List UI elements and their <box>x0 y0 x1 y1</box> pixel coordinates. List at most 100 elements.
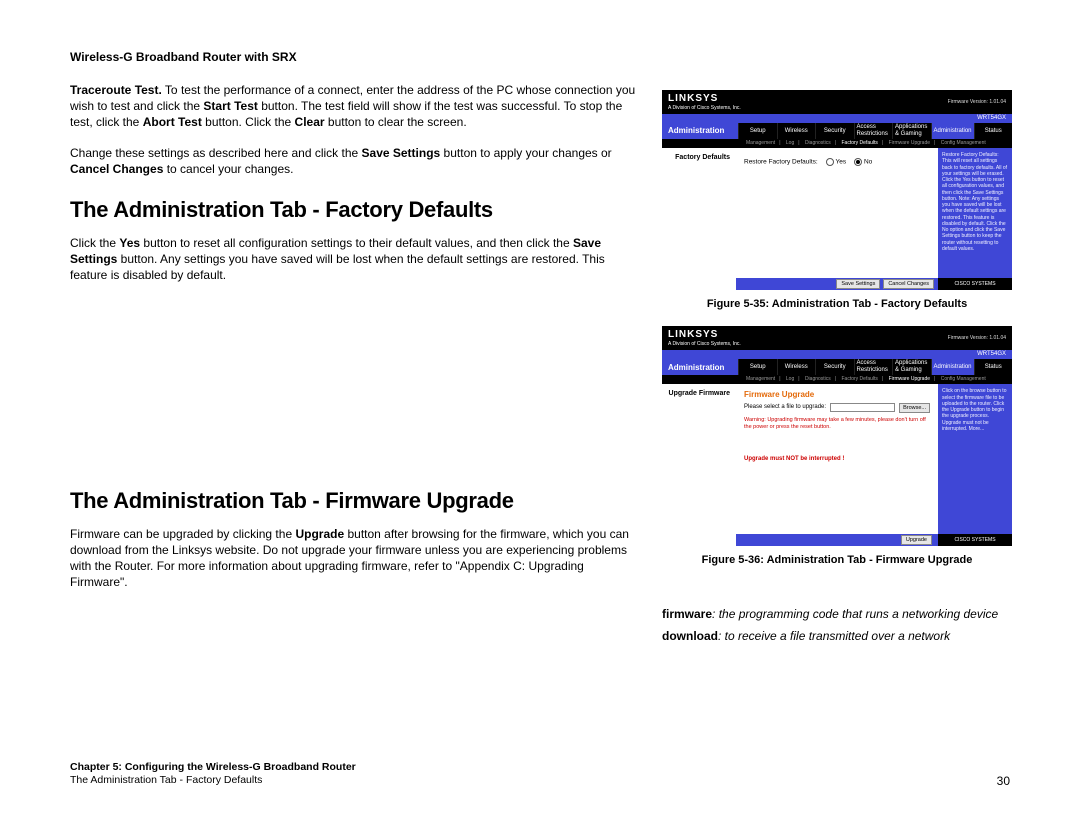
admin-big-tab: Administration <box>662 359 738 375</box>
text: button. Any settings you have saved will… <box>70 252 605 282</box>
text: button. Click the <box>202 115 295 129</box>
help-panel-factory: Restore Factory Defaults: This will rese… <box>938 148 1012 278</box>
brand-sub: A Division of Cisco Systems, Inc. <box>668 105 741 111</box>
tab-row: Administration Setup Wireless Security A… <box>662 123 1012 139</box>
tab-wireless[interactable]: Wireless <box>777 359 816 375</box>
firmware-upgrade-form: Firmware Upgrade Please select a file to… <box>736 384 938 534</box>
text: to cancel your changes. <box>163 162 293 176</box>
text: Firmware can be upgraded by clicking the <box>70 527 295 541</box>
bold-abort-test: Abort Test <box>143 115 202 129</box>
text: Click the <box>70 236 119 250</box>
brand-logo: LINKSYS <box>668 329 718 340</box>
browse-button[interactable]: Browse... <box>899 403 930 413</box>
cisco-logo: CISCO SYSTEMS <box>938 278 1012 290</box>
bold-upgrade: Upgrade <box>295 527 344 541</box>
side-label-factory-defaults: Factory Defaults <box>662 148 736 278</box>
tab-access-restrictions[interactable]: Access Restrictions <box>854 359 893 375</box>
heading-factory-defaults: The Administration Tab - Factory Default… <box>70 197 640 223</box>
bold-clear: Clear <box>295 115 325 129</box>
text: Change these settings as described here … <box>70 146 362 160</box>
figures-column: LINKSYSA Division of Cisco Systems, Inc.… <box>662 82 1012 648</box>
subtab-firmware-upgrade[interactable]: Firmware Upgrade <box>889 376 930 382</box>
subtab-log[interactable]: Log <box>786 376 794 382</box>
text: button to reset all configuration settin… <box>140 236 573 250</box>
radio-no-label: No <box>864 159 872 166</box>
radio-no[interactable] <box>854 158 862 166</box>
bold-yes: Yes <box>119 236 140 250</box>
brand-sub: A Division of Cisco Systems, Inc. <box>668 341 741 347</box>
subtab-factory-defaults[interactable]: Factory Defaults <box>842 140 878 146</box>
fw-warning: Warning: Upgrading firmware may take a f… <box>744 417 930 430</box>
subtab-log[interactable]: Log <box>786 140 794 146</box>
tab-administration[interactable]: Administration <box>931 123 974 139</box>
footer: Chapter 5: Configuring the Wireless-G Br… <box>70 761 1010 788</box>
cancel-changes-button[interactable]: Cancel Changes <box>883 279 934 289</box>
figure-firmware-upgrade: LINKSYSA Division of Cisco Systems, Inc.… <box>662 326 1012 546</box>
text: button to clear the screen. <box>325 115 467 129</box>
footer-section: The Administration Tab - Factory Default… <box>70 774 356 788</box>
model-bar: WRT54GX <box>662 350 1012 359</box>
page-number: 30 <box>997 774 1010 788</box>
tab-administration[interactable]: Administration <box>931 359 974 375</box>
subtab-diagnostics[interactable]: Diagnostics <box>805 376 831 382</box>
radio-yes-label: Yes <box>836 159 847 166</box>
tab-status[interactable]: Status <box>974 123 1013 139</box>
bold-cancel-changes: Cancel Changes <box>70 162 163 176</box>
subtab-diagnostics[interactable]: Diagnostics <box>805 140 831 146</box>
para-traceroute: Traceroute Test. To test the performance… <box>70 82 640 131</box>
tab-row: Administration Setup Wireless Security A… <box>662 359 1012 375</box>
text: button to apply your changes or <box>440 146 611 160</box>
subtab-firmware-upgrade[interactable]: Firmware Upgrade <box>889 140 930 146</box>
term-firmware: firmware <box>662 607 712 621</box>
para-factory-defaults: Click the Yes button to reset all config… <box>70 235 640 284</box>
heading-firmware-upgrade: The Administration Tab - Firmware Upgrad… <box>70 488 640 514</box>
def-firmware: : the programming code that runs a netwo… <box>712 607 998 621</box>
fw-file-label: Please select a file to upgrade: <box>744 404 826 411</box>
tab-setup[interactable]: Setup <box>738 123 777 139</box>
fw-bold-warning: Upgrade must NOT be interrupted ! <box>744 456 930 463</box>
admin-big-tab: Administration <box>662 123 738 139</box>
save-settings-button[interactable]: Save Settings <box>836 279 880 289</box>
figure-factory-defaults: LINKSYSA Division of Cisco Systems, Inc.… <box>662 90 1012 290</box>
subtab-config-management[interactable]: Config Management <box>941 140 986 146</box>
cisco-logo: CISCO SYSTEMS <box>938 534 1012 546</box>
para-save-changes: Change these settings as described here … <box>70 145 640 177</box>
term-download: download <box>662 629 718 643</box>
bold-save-settings: Save Settings <box>362 146 441 160</box>
factory-defaults-form: Restore Factory Defaults: Yes No <box>736 148 938 278</box>
restore-label: Restore Factory Defaults: <box>744 159 818 166</box>
fw-title: Firmware Upgrade <box>744 390 930 400</box>
def-download: : to receive a file transmitted over a n… <box>718 629 950 643</box>
figure-caption-35: Figure 5-35: Administration Tab - Factor… <box>662 298 1012 310</box>
upgrade-button[interactable]: Upgrade <box>901 535 932 545</box>
bold-traceroute-test: Traceroute Test. <box>70 83 162 97</box>
radio-yes[interactable] <box>826 158 834 166</box>
subtab-management[interactable]: Management <box>746 140 775 146</box>
tab-applications-gaming[interactable]: Applications & Gaming <box>892 359 931 375</box>
subtab-management[interactable]: Management <box>746 376 775 382</box>
sub-tabs: Management| Log| Diagnostics| Factory De… <box>662 375 1012 384</box>
subtab-factory-defaults[interactable]: Factory Defaults <box>842 376 878 382</box>
side-label-upgrade-firmware: Upgrade Firmware <box>662 384 736 534</box>
brand-logo: LINKSYS <box>668 93 718 104</box>
para-firmware-upgrade: Firmware can be upgraded by clicking the… <box>70 526 640 591</box>
footer-chapter: Chapter 5: Configuring the Wireless-G Br… <box>70 761 356 773</box>
model-bar: WRT54GX <box>662 114 1012 123</box>
bold-start-test: Start Test <box>203 99 257 113</box>
main-column: Traceroute Test. To test the performance… <box>70 82 640 604</box>
glossary: firmware: the programming code that runs… <box>662 604 1012 647</box>
fw-file-input[interactable] <box>830 403 895 412</box>
running-header: Wireless-G Broadband Router with SRX <box>70 50 1010 64</box>
figure-caption-36: Figure 5-36: Administration Tab - Firmwa… <box>662 554 1012 566</box>
help-panel-firmware: Click on the browse button to select the… <box>938 384 1012 534</box>
tab-status[interactable]: Status <box>974 359 1013 375</box>
tab-security[interactable]: Security <box>815 359 854 375</box>
firmware-version: Firmware Version: 1.01.04 <box>948 99 1006 105</box>
tab-wireless[interactable]: Wireless <box>777 123 816 139</box>
firmware-version: Firmware Version: 1.01.04 <box>948 335 1006 341</box>
tab-security[interactable]: Security <box>815 123 854 139</box>
tab-access-restrictions[interactable]: Access Restrictions <box>854 123 893 139</box>
tab-applications-gaming[interactable]: Applications & Gaming <box>892 123 931 139</box>
subtab-config-management[interactable]: Config Management <box>941 376 986 382</box>
tab-setup[interactable]: Setup <box>738 359 777 375</box>
